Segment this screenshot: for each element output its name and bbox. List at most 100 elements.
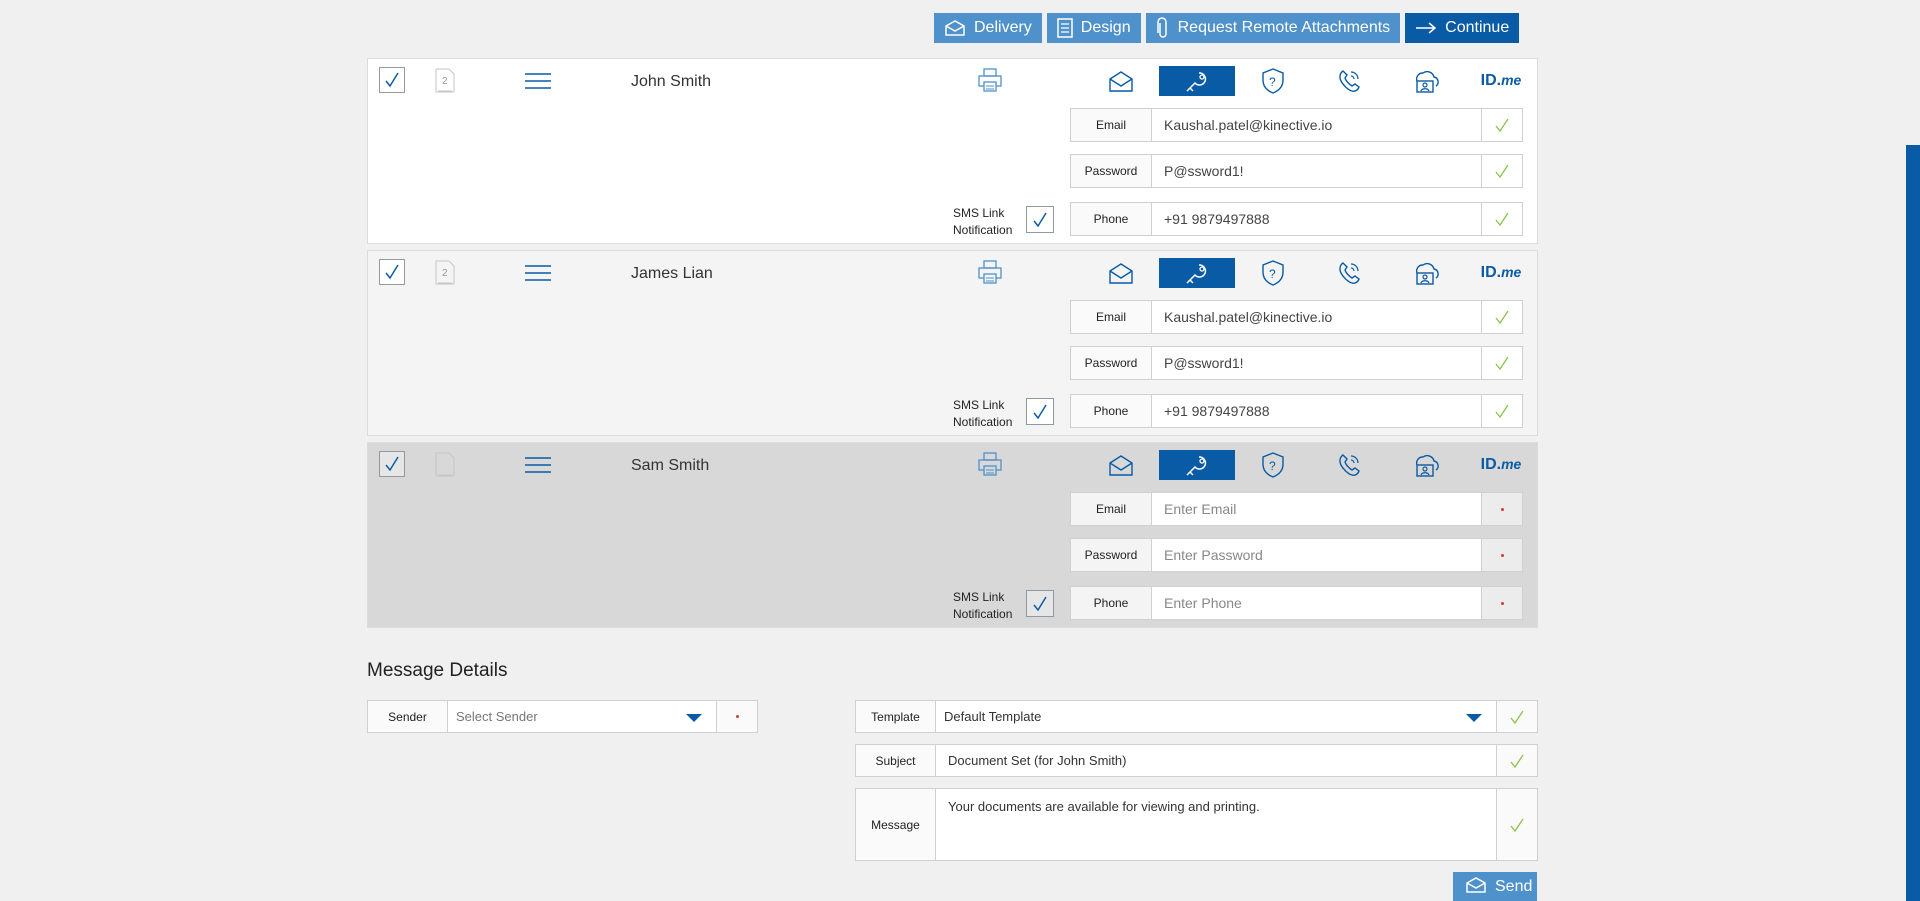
sender-label: Sender	[368, 701, 448, 732]
phone-auth-icon[interactable]	[1311, 258, 1387, 288]
hamburger-menu-icon[interactable]	[524, 265, 552, 281]
request-remote-attachments-button[interactable]: Request Remote Attachments	[1145, 13, 1401, 43]
svg-text:?: ?	[1269, 75, 1276, 89]
document-icon[interactable]	[435, 452, 455, 477]
design-label: Design	[1080, 19, 1131, 36]
question-auth-icon[interactable]: ?	[1235, 258, 1311, 288]
auth-method-icons: ? ID.me	[1083, 450, 1539, 480]
sms-notification-checkbox[interactable]	[1026, 398, 1054, 425]
phone-auth-icon[interactable]	[1311, 66, 1387, 96]
printer-icon[interactable]	[977, 259, 1003, 290]
delivery-button[interactable]: Delivery	[934, 13, 1042, 43]
hamburger-menu-icon[interactable]	[524, 457, 552, 473]
idme-auth-icon[interactable]: ID.me	[1463, 258, 1539, 288]
message-textarea[interactable]: Your documents are available for viewing…	[936, 789, 1497, 860]
printer-icon[interactable]	[977, 67, 1003, 98]
password-field[interactable]: P@ssword1!	[1152, 155, 1482, 187]
sms-link-notification-label: SMS Link Notification	[953, 206, 1013, 237]
cloud-person-auth-icon[interactable]	[1387, 258, 1463, 288]
email-field[interactable]: Enter Email	[1152, 493, 1482, 525]
recipient-name: John Smith	[631, 73, 712, 90]
cloud-person-auth-icon[interactable]	[1387, 66, 1463, 96]
recipient-card: 2 John Smith ? ID.me Email Kaushal.patel…	[367, 58, 1538, 244]
email-auth-icon[interactable]	[1083, 66, 1159, 96]
template-select-value: Default Template	[944, 709, 1042, 724]
question-auth-icon[interactable]: ?	[1235, 66, 1311, 96]
send-button[interactable]: Send	[1453, 872, 1537, 901]
idme-auth-icon[interactable]: ID.me	[1463, 450, 1539, 480]
valid-check-icon	[1497, 789, 1537, 860]
required-indicator	[1482, 493, 1522, 525]
question-auth-icon[interactable]: ?	[1235, 450, 1311, 480]
envelope-icon	[944, 19, 966, 37]
key-auth-icon[interactable]	[1159, 258, 1235, 288]
subject-field[interactable]: Document Set (for John Smith)	[936, 745, 1497, 776]
toolbar: Delivery Design Request Remote Attachmen…	[934, 13, 1520, 43]
phone-label: Phone	[1071, 203, 1152, 235]
email-field[interactable]: Kaushal.patel@kinective.io	[1152, 301, 1482, 333]
required-indicator	[1482, 539, 1522, 571]
valid-check-icon	[1482, 203, 1522, 235]
document-count-icon[interactable]: 2	[435, 68, 455, 93]
paperclip-icon	[1156, 17, 1170, 39]
idme-auth-icon[interactable]: ID.me	[1463, 66, 1539, 96]
hamburger-menu-icon[interactable]	[524, 73, 552, 89]
sms-link-notification-label: SMS Link Notification	[953, 398, 1013, 429]
password-field[interactable]: Enter Password	[1152, 539, 1482, 571]
phone-row: Phone Enter Phone	[1070, 586, 1523, 620]
required-indicator	[717, 701, 757, 732]
key-auth-icon[interactable]	[1159, 450, 1235, 480]
email-row: Email Kaushal.patel@kinective.io	[1070, 300, 1523, 334]
sender-row: Sender Select Sender	[367, 700, 758, 733]
email-label: Email	[1071, 493, 1152, 525]
scrollbar[interactable]	[1906, 145, 1920, 901]
continue-button[interactable]: Continue	[1405, 13, 1520, 43]
dropdown-caret-icon	[686, 713, 702, 722]
continue-label: Continue	[1445, 19, 1510, 36]
recipient-list: 2 John Smith ? ID.me Email Kaushal.patel…	[367, 58, 1538, 634]
email-row: Email Enter Email	[1070, 492, 1523, 526]
password-field[interactable]: P@ssword1!	[1152, 347, 1482, 379]
valid-check-icon	[1482, 395, 1522, 427]
design-button[interactable]: Design	[1046, 13, 1141, 43]
sms-notification-checkbox[interactable]	[1026, 590, 1054, 617]
sms-link-notification-label: SMS Link Notification	[953, 590, 1013, 621]
arrow-right-icon	[1415, 21, 1437, 35]
dropdown-caret-icon	[1466, 713, 1482, 722]
message-label: Message	[856, 789, 936, 860]
sender-select-value: Select Sender	[456, 709, 538, 724]
phone-row: Phone +91 9879497888	[1070, 394, 1523, 428]
template-select[interactable]: Default Template	[936, 701, 1497, 732]
valid-check-icon	[1497, 745, 1537, 776]
template-row: Template Default Template	[855, 700, 1538, 733]
phone-label: Phone	[1071, 587, 1152, 619]
sms-notification-checkbox[interactable]	[1026, 206, 1054, 233]
subject-label: Subject	[856, 745, 936, 776]
message-details-title: Message Details	[367, 660, 508, 681]
phone-field[interactable]: +91 9879497888	[1152, 395, 1482, 427]
cloud-person-auth-icon[interactable]	[1387, 450, 1463, 480]
email-field[interactable]: Kaushal.patel@kinective.io	[1152, 109, 1482, 141]
password-row: Password P@ssword1!	[1070, 346, 1523, 380]
recipient-checkbox[interactable]	[379, 67, 405, 93]
recipient-name: Sam Smith	[631, 457, 710, 474]
phone-field[interactable]: Enter Phone	[1152, 587, 1482, 619]
printer-icon[interactable]	[977, 451, 1003, 482]
recipient-card: 2 James Lian ? ID.me Email Kaushal.patel…	[367, 250, 1538, 436]
required-indicator	[1482, 587, 1522, 619]
recipient-checkbox[interactable]	[379, 259, 405, 285]
email-auth-icon[interactable]	[1083, 450, 1159, 480]
delivery-label: Delivery	[974, 19, 1032, 36]
valid-check-icon	[1482, 301, 1522, 333]
sender-select[interactable]: Select Sender	[448, 701, 717, 732]
key-auth-icon[interactable]	[1159, 66, 1235, 96]
phone-field[interactable]: +91 9879497888	[1152, 203, 1482, 235]
recipient-checkbox[interactable]	[379, 451, 405, 477]
message-row: Message Your documents are available for…	[855, 788, 1538, 861]
email-auth-icon[interactable]	[1083, 258, 1159, 288]
svg-text:?: ?	[1269, 459, 1276, 473]
email-label: Email	[1071, 109, 1152, 141]
phone-auth-icon[interactable]	[1311, 450, 1387, 480]
send-label: Send	[1495, 878, 1533, 895]
document-count-icon[interactable]: 2	[435, 260, 455, 285]
